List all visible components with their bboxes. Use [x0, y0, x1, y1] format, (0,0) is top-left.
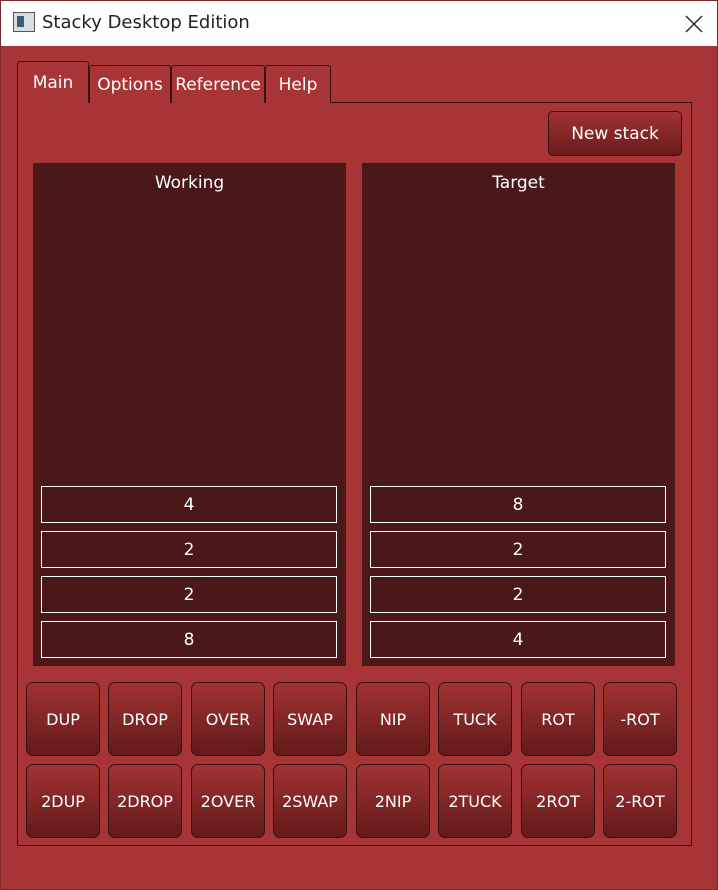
op-label: 2DROP	[117, 791, 173, 811]
tab-main[interactable]: Main	[17, 61, 89, 103]
working-stack-cell: 2	[41, 576, 337, 613]
target-stack-cell: 2	[370, 576, 666, 613]
target-stack-panel: Target 8 2 2 4	[362, 163, 675, 666]
op-swap-button[interactable]: SWAP	[273, 682, 347, 756]
op-label: 2DUP	[41, 791, 85, 811]
op-tuck-button[interactable]: TUCK	[438, 682, 512, 756]
op-2-minus-rot-button[interactable]: 2-ROT	[603, 764, 677, 838]
tab-help[interactable]: Help	[265, 65, 331, 103]
op-2swap-button[interactable]: 2SWAP	[273, 764, 347, 838]
app-window: Stacky Desktop Edition Main Options Refe…	[0, 0, 718, 890]
tab-reference-label: Reference	[175, 74, 261, 95]
op-label: 2NIP	[374, 791, 412, 811]
op-minus-rot-button[interactable]: -ROT	[603, 682, 677, 756]
title-bar: Stacky Desktop Edition	[1, 1, 717, 46]
tab-main-label: Main	[32, 72, 74, 93]
op-label: TUCK	[453, 709, 497, 729]
target-stack-cell: 2	[370, 531, 666, 568]
working-stack-cell: 8	[41, 621, 337, 658]
op-label: DROP	[122, 709, 168, 729]
op-2over-button[interactable]: 2OVER	[191, 764, 265, 838]
target-stack-cell: 8	[370, 486, 666, 523]
op-label: SWAP	[287, 709, 333, 729]
op-2rot-button[interactable]: 2ROT	[521, 764, 595, 838]
new-stack-button[interactable]: New stack	[548, 111, 682, 156]
tab-reference[interactable]: Reference	[171, 65, 265, 103]
op-label: OVER	[205, 709, 251, 729]
working-stack-cell: 4	[41, 486, 337, 523]
op-label: -ROT	[620, 709, 660, 729]
close-icon	[685, 15, 703, 32]
app-icon	[13, 12, 35, 32]
tab-options[interactable]: Options	[89, 65, 171, 103]
new-stack-label: New stack	[571, 123, 659, 144]
op-over-button[interactable]: OVER	[191, 682, 265, 756]
target-stack-label: Target	[492, 173, 545, 193]
target-stack-cell: 4	[370, 621, 666, 658]
op-dup-button[interactable]: DUP	[26, 682, 100, 756]
op-label: 2OVER	[200, 791, 256, 811]
op-label: ROT	[541, 709, 575, 729]
op-label: NIP	[379, 709, 407, 729]
op-2drop-button[interactable]: 2DROP	[108, 764, 182, 838]
op-label: 2TUCK	[448, 791, 502, 811]
op-2tuck-button[interactable]: 2TUCK	[438, 764, 512, 838]
op-label: 2SWAP	[282, 791, 338, 811]
window-title: Stacky Desktop Edition	[42, 12, 250, 33]
tab-help-label: Help	[278, 74, 318, 95]
op-2nip-button[interactable]: 2NIP	[356, 764, 430, 838]
op-label: DUP	[46, 709, 80, 729]
op-2dup-button[interactable]: 2DUP	[26, 764, 100, 838]
op-label: 2-ROT	[615, 791, 665, 811]
op-label: 2ROT	[536, 791, 580, 811]
op-drop-button[interactable]: DROP	[108, 682, 182, 756]
op-nip-button[interactable]: NIP	[356, 682, 430, 756]
op-rot-button[interactable]: ROT	[521, 682, 595, 756]
working-stack-panel: Working 4 2 2 8	[33, 163, 346, 666]
working-stack-cell: 2	[41, 531, 337, 568]
working-stack-label: Working	[154, 173, 225, 193]
tab-options-label: Options	[97, 74, 163, 95]
close-button[interactable]	[671, 1, 717, 46]
